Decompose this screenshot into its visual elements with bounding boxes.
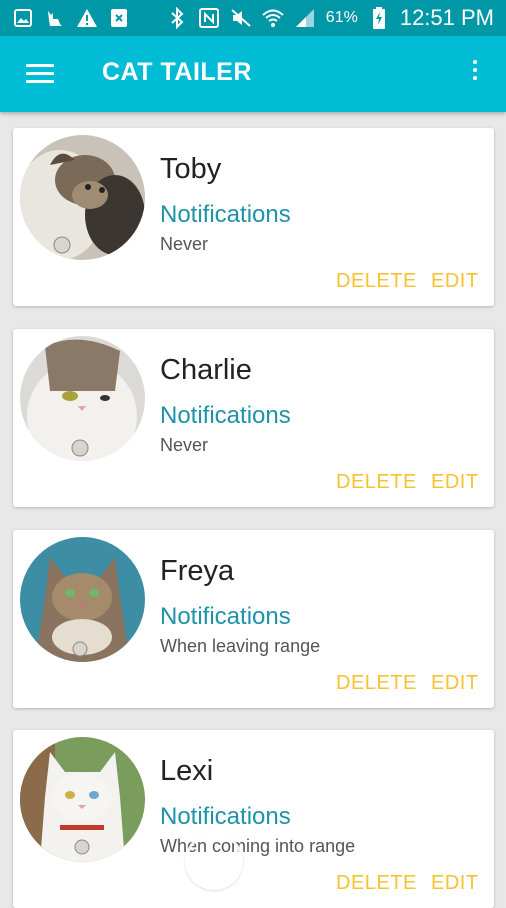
signal-icon [294,7,316,29]
notifications-value: Never [160,435,209,455]
notifications-label: Notifications [160,201,291,228]
app-title: CAT TAILER [102,58,252,86]
image-icon [12,7,34,29]
cat-avatar-charlie [20,336,145,461]
cat-avatar-freya [20,537,145,662]
edit-button[interactable]: EDIT [431,872,479,895]
cat-icon [44,7,66,29]
file-close-icon [108,7,130,29]
app-bar: CAT TAILER [0,36,506,112]
cat-avatar-toby [20,135,145,260]
hamburger-menu-icon[interactable] [26,64,54,84]
cat-name: Lexi [160,755,214,787]
cat-name: Freya [160,555,235,587]
cat-card-lexi[interactable]: Lexi Notifications When coming into rang… [13,730,494,908]
battery-percent: 61% [325,9,358,26]
status-right-icons: 61% 12:51 PM [166,5,494,31]
status-bar: 61% 12:51 PM [0,0,506,36]
cat-name: Charlie [160,354,252,386]
cat-avatar-lexi [20,737,145,862]
notifications-label: Notifications [160,603,291,630]
nfc-icon [198,7,220,29]
warning-icon [76,7,98,29]
delete-button[interactable]: DELETE [336,872,417,895]
delete-button[interactable]: DELETE [336,471,417,494]
cat-card-charlie[interactable]: Charlie Notifications Never DELETE EDIT [13,329,494,507]
more-vert-icon[interactable] [470,60,480,88]
battery-charging-icon [368,7,390,29]
notifications-label: Notifications [160,803,291,830]
notifications-value: Never [160,234,209,254]
loading-spinner [185,832,243,890]
status-left-icons [12,7,130,29]
edit-button[interactable]: EDIT [431,270,479,293]
delete-button[interactable]: DELETE [336,270,417,293]
notifications-label: Notifications [160,402,291,429]
clock: 12:51 PM [399,5,494,30]
mute-icon [230,7,252,29]
cat-card-toby[interactable]: Toby Notifications Never DELETE EDIT [13,128,494,306]
cat-name: Toby [160,153,222,185]
wifi-icon [262,7,284,29]
delete-button[interactable]: DELETE [336,672,417,695]
edit-button[interactable]: EDIT [431,471,479,494]
bluetooth-icon [166,7,188,29]
edit-button[interactable]: EDIT [431,672,479,695]
notifications-value: When leaving range [160,636,321,656]
cat-card-freya[interactable]: Freya Notifications When leaving range D… [13,530,494,708]
